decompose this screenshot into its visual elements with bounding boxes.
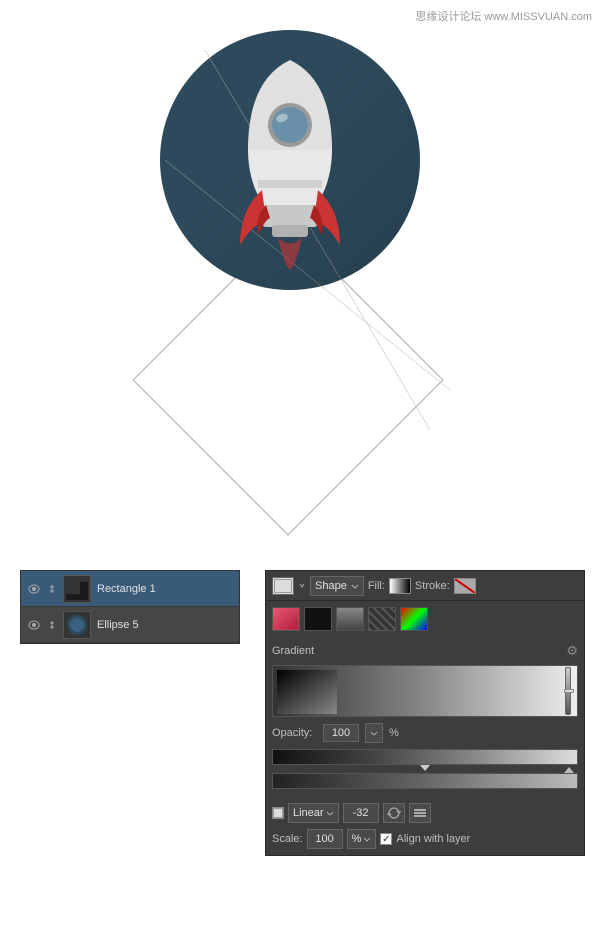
layer-link-ellipse5[interactable] bbox=[47, 618, 57, 632]
gradient-header: Gradient ⚙ bbox=[272, 643, 578, 659]
angle-value[interactable]: -32 bbox=[343, 803, 379, 823]
gradient-preview[interactable] bbox=[272, 665, 578, 717]
color-box[interactable] bbox=[272, 577, 294, 595]
opacity-row: Opacity: 100 % bbox=[272, 723, 578, 743]
gradient-bar-bottom[interactable] bbox=[272, 773, 578, 789]
linear-checkbox bbox=[272, 807, 284, 819]
swatch-btn-color[interactable] bbox=[400, 607, 428, 631]
prop-toolbar: Shape Fill: Stroke: bbox=[266, 571, 584, 601]
opacity-label: Opacity: bbox=[272, 727, 317, 739]
gradient-bars bbox=[272, 749, 578, 789]
stroke-label: Stroke: bbox=[415, 580, 450, 592]
fill-swatch-group bbox=[389, 578, 411, 594]
gear-icon[interactable]: ⚙ bbox=[566, 643, 578, 659]
percent-label: % bbox=[389, 727, 399, 739]
linear-dropdown[interactable]: Linear bbox=[288, 803, 339, 823]
fill-label: Fill: bbox=[368, 580, 385, 592]
scale-value[interactable]: 100 bbox=[307, 829, 343, 849]
properties-panel: Shape Fill: Stroke: Gradient ⚙ bbox=[265, 570, 585, 856]
stroke-swatch[interactable] bbox=[454, 578, 476, 594]
watermark: 思缘设计论坛 www.MISSVUAN.com bbox=[415, 8, 592, 24]
layer-link-rectangle1[interactable] bbox=[47, 582, 57, 596]
gradient-title: Gradient bbox=[272, 645, 314, 657]
opacity-value[interactable]: 100 bbox=[323, 724, 359, 742]
layer-item-rectangle1[interactable]: Rectangle 1 bbox=[21, 571, 239, 607]
align-checkbox-row: ✓ Align with layer bbox=[380, 833, 470, 845]
layer-name-ellipse5: Ellipse 5 bbox=[97, 619, 233, 631]
fill-swatch[interactable] bbox=[389, 578, 411, 594]
rocket-circle bbox=[160, 30, 420, 290]
canvas-area bbox=[0, 0, 600, 560]
swatch-btn-gradient[interactable] bbox=[272, 607, 300, 631]
reverse-icon[interactable] bbox=[383, 803, 405, 823]
dropdown-arrow bbox=[298, 580, 306, 592]
swatch-btn-pattern[interactable] bbox=[368, 607, 396, 631]
scale-row: Scale: 100 % ✓ Align with layer bbox=[272, 829, 578, 849]
scale-unit-dropdown[interactable]: % bbox=[347, 829, 377, 849]
swatch-btn-solid[interactable] bbox=[304, 607, 332, 631]
align-label: Align with layer bbox=[396, 833, 470, 845]
layer-thumb-ellipse5 bbox=[63, 611, 91, 639]
menu-icon[interactable] bbox=[409, 803, 431, 823]
linear-row: Linear -32 bbox=[272, 803, 578, 823]
gradient-section: Gradient ⚙ Opacity: 100 % bbox=[266, 637, 584, 855]
vertical-slider[interactable] bbox=[563, 666, 573, 716]
gradient-preview-inner bbox=[277, 670, 337, 714]
layer-name-rectangle1: Rectangle 1 bbox=[97, 583, 233, 595]
layers-panel: Rectangle 1 Ellipse 5 bbox=[20, 570, 240, 644]
rocket-illustration bbox=[210, 50, 370, 290]
scale-label: Scale: bbox=[272, 833, 303, 845]
gradient-swatches bbox=[266, 601, 584, 631]
align-checkbox[interactable]: ✓ bbox=[380, 833, 392, 845]
layer-item-ellipse5[interactable]: Ellipse 5 bbox=[21, 607, 239, 643]
layer-eye-rectangle1[interactable] bbox=[27, 582, 41, 596]
opacity-dropdown[interactable] bbox=[365, 723, 383, 743]
layer-thumb-rectangle1 bbox=[63, 575, 91, 603]
shape-dropdown[interactable]: Shape bbox=[310, 576, 364, 596]
gradient-bar-top[interactable] bbox=[272, 749, 578, 765]
swatch-btn-gray[interactable] bbox=[336, 607, 364, 631]
layer-eye-ellipse5[interactable] bbox=[27, 618, 41, 632]
